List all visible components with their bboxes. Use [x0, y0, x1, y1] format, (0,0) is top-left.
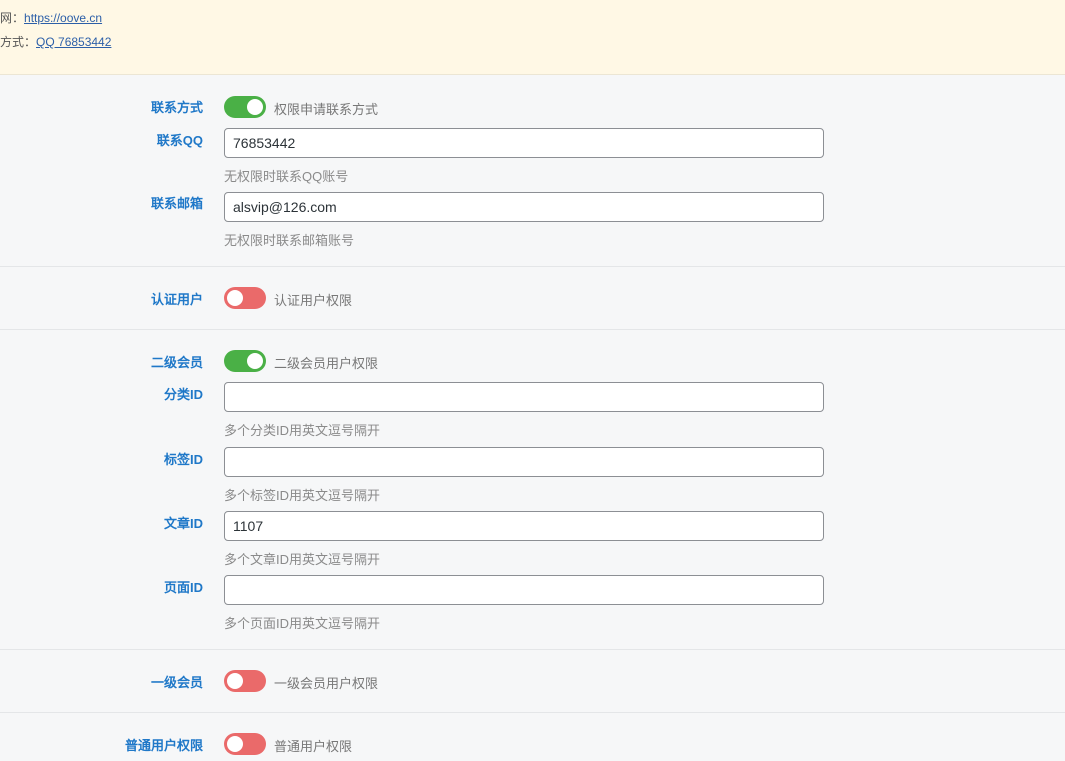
toggle-knob — [247, 353, 263, 369]
tag-id-label: 标签ID — [163, 452, 203, 467]
normal-user-description: 普通用户权限 — [274, 739, 353, 754]
page-id-label: 页面ID — [163, 580, 203, 595]
email-input[interactable] — [224, 192, 824, 222]
tag-id-hint: 多个标签ID用英文逗号隔开 — [224, 488, 381, 503]
normal-user-label: 普通用户权限 — [124, 738, 203, 753]
notice-banner: 网：https://oove.cn 方式：QQ 76853442 — [0, 0, 1065, 75]
qq-label: 联系QQ — [156, 133, 203, 148]
category-id-hint: 多个分类ID用英文逗号隔开 — [224, 423, 381, 438]
post-id-label: 文章ID — [163, 516, 203, 531]
qq-contact-link[interactable]: QQ 76853442 — [36, 35, 111, 49]
contact-toggle-description: 权限申请联系方式 — [274, 102, 379, 117]
notice-site-line: 网：https://oove.cn — [0, 9, 102, 26]
section-divider — [0, 712, 1065, 713]
level2-member-description: 二级会员用户权限 — [274, 356, 379, 371]
certified-user-description: 认证用户权限 — [274, 293, 353, 308]
certified-user-label: 认证用户 — [150, 292, 203, 307]
contact-toggle-label: 联系方式 — [150, 100, 203, 115]
qq-hint: 无权限时联系QQ账号 — [224, 169, 349, 184]
section-divider — [0, 266, 1065, 267]
normal-user-toggle[interactable] — [224, 733, 266, 755]
email-hint: 无权限时联系邮箱账号 — [224, 233, 355, 248]
category-id-input[interactable] — [224, 382, 824, 412]
level2-member-label: 二级会员 — [150, 355, 203, 370]
level1-member-description: 一级会员用户权限 — [274, 676, 379, 691]
notice-contact-line: 方式：QQ 76853442 — [0, 33, 111, 50]
email-label: 联系邮箱 — [150, 196, 203, 211]
section-divider — [0, 329, 1065, 330]
page-id-hint: 多个页面ID用英文逗号隔开 — [224, 616, 381, 631]
notice-contact-prefix: 方式： — [0, 35, 37, 49]
toggle-knob — [227, 673, 243, 689]
level1-member-label: 一级会员 — [150, 675, 203, 690]
toggle-knob — [247, 99, 263, 115]
site-link[interactable]: https://oove.cn — [24, 11, 102, 25]
toggle-knob — [227, 290, 243, 306]
post-id-input[interactable] — [224, 511, 824, 541]
notice-site-prefix: 网： — [0, 11, 25, 25]
qq-input[interactable] — [224, 128, 824, 158]
category-id-label: 分类ID — [163, 387, 203, 402]
page-id-input[interactable] — [224, 575, 824, 605]
post-id-hint: 多个文章ID用英文逗号隔开 — [224, 552, 381, 567]
contact-toggle[interactable] — [224, 96, 266, 118]
tag-id-input[interactable] — [224, 447, 824, 477]
section-divider — [0, 649, 1065, 650]
toggle-knob — [227, 736, 243, 752]
level2-member-toggle[interactable] — [224, 350, 266, 372]
level1-member-toggle[interactable] — [224, 670, 266, 692]
certified-user-toggle[interactable] — [224, 287, 266, 309]
